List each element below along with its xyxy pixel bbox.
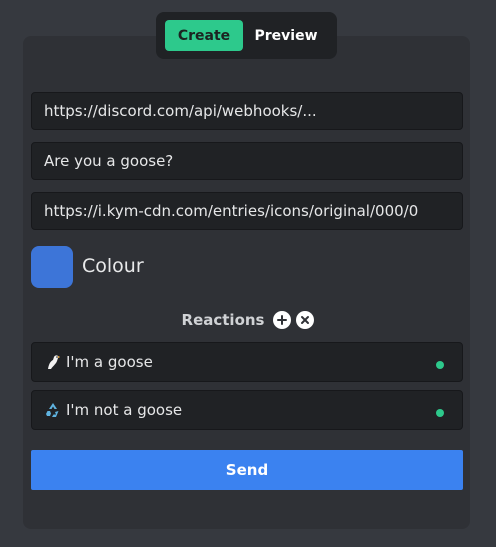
reaction-label: I'm not a goose [66, 401, 183, 419]
reactions-header: Reactions [0, 311, 496, 329]
colour-swatch[interactable] [31, 246, 73, 288]
preview-tab[interactable]: Preview [250, 20, 322, 51]
reaction-item[interactable]: I'm not a goose [31, 390, 463, 430]
reaction-status-dot [436, 361, 444, 369]
create-tab[interactable]: Create [165, 20, 243, 51]
goose-emoji-icon [45, 354, 61, 370]
reaction-label: I'm a goose [66, 353, 153, 371]
send-button[interactable]: Send [31, 450, 463, 490]
reactions-title: Reactions [181, 311, 265, 329]
reaction-item[interactable]: I'm a goose [31, 342, 463, 382]
colour-label: Colour [82, 255, 144, 277]
icon-url-input[interactable]: https://i.kym-cdn.com/entries/icons/orig… [31, 192, 463, 230]
mode-toggle: Create Preview [156, 12, 337, 59]
close-circle-icon[interactable] [296, 311, 315, 329]
message-input[interactable]: Are you a goose? [31, 142, 463, 180]
webhook-url-input[interactable]: https://discord.com/api/webhooks/... [31, 92, 463, 130]
reaction-status-dot [436, 409, 444, 417]
plus-circle-icon[interactable] [273, 311, 292, 329]
recycle-emoji-icon [45, 402, 61, 418]
